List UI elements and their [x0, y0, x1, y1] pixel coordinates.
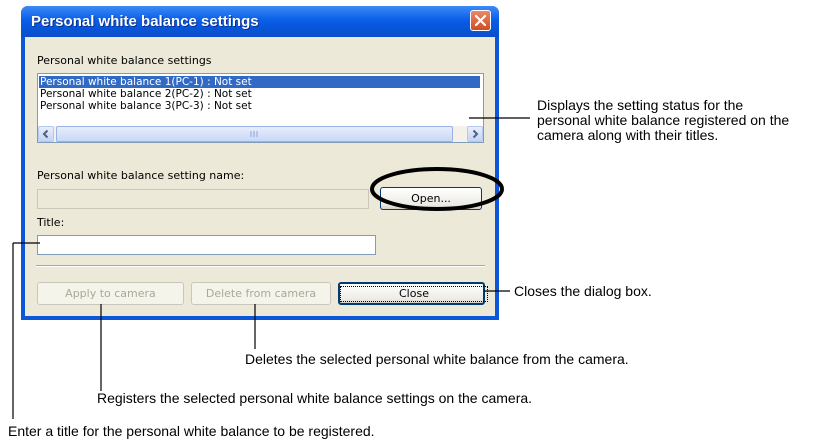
close-annotation: Closes the dialog box.	[514, 283, 652, 299]
delete-annotation: Deletes the selected personal white bala…	[245, 351, 629, 367]
title-annotation: Enter a title for the personal white bal…	[8, 423, 375, 439]
open-button-highlight	[370, 167, 504, 211]
list-annotation: Displays the setting status for the pers…	[537, 97, 790, 143]
callout-lines	[12, 117, 530, 419]
apply-annotation: Registers the selected personal white ba…	[97, 390, 533, 406]
